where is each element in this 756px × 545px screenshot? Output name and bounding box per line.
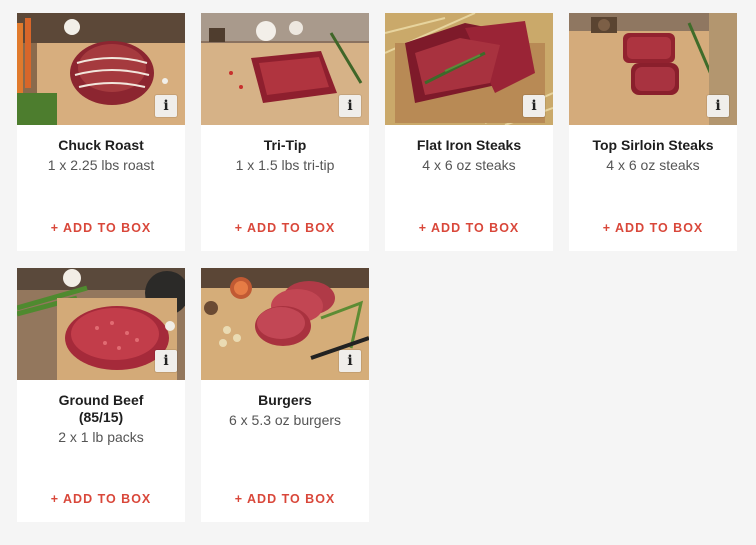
- product-detail: 1 x 2.25 lbs roast: [47, 157, 155, 173]
- product-detail: 2 x 1 lb packs: [58, 429, 144, 445]
- info-icon[interactable]: i: [339, 95, 361, 117]
- add-to-box-button[interactable]: + ADD TO BOX: [385, 221, 553, 235]
- add-to-box-button[interactable]: + ADD TO BOX: [201, 492, 369, 506]
- info-icon[interactable]: i: [523, 95, 545, 117]
- flat-iron-steaks-photo[interactable]: i: [385, 13, 553, 125]
- product-card: i Tri-Tip 1 x 1.5 lbs tri-tip + ADD TO B…: [201, 13, 369, 251]
- product-card: i Flat Iron Steaks 4 x 6 oz steaks + ADD…: [385, 13, 553, 251]
- product-name: Ground Beef (85/15): [58, 392, 144, 425]
- tri-tip-photo[interactable]: i: [201, 13, 369, 125]
- add-to-box-button[interactable]: + ADD TO BOX: [569, 221, 737, 235]
- info-icon[interactable]: i: [155, 350, 177, 372]
- product-card: i Ground Beef (85/15) 2 x 1 lb packs + A…: [17, 268, 185, 522]
- product-name: Tri-Tip: [263, 137, 307, 153]
- burgers-photo[interactable]: i: [201, 268, 369, 380]
- product-name: Burgers: [258, 392, 312, 408]
- add-to-box-button[interactable]: + ADD TO BOX: [17, 492, 185, 506]
- product-name: Chuck Roast: [58, 137, 144, 153]
- info-icon[interactable]: i: [155, 95, 177, 117]
- top-sirloin-steaks-photo[interactable]: i: [569, 13, 737, 125]
- product-detail: 1 x 1.5 lbs tri-tip: [235, 157, 335, 173]
- add-to-box-button[interactable]: + ADD TO BOX: [17, 221, 185, 235]
- product-card: i Chuck Roast 1 x 2.25 lbs roast + ADD T…: [17, 13, 185, 251]
- add-to-box-button[interactable]: + ADD TO BOX: [201, 221, 369, 235]
- product-detail: 4 x 6 oz steaks: [606, 157, 700, 173]
- product-name: Flat Iron Steaks: [416, 137, 522, 153]
- chuck-roast-photo[interactable]: i: [17, 13, 185, 125]
- ground-beef-photo[interactable]: i: [17, 268, 185, 380]
- product-detail: 4 x 6 oz steaks: [422, 157, 516, 173]
- info-icon[interactable]: i: [707, 95, 729, 117]
- product-name: Top Sirloin Steaks: [592, 137, 714, 153]
- product-card: i Top Sirloin Steaks 4 x 6 oz steaks + A…: [569, 13, 737, 251]
- product-card: i Burgers 6 x 5.3 oz burgers + ADD TO BO…: [201, 268, 369, 522]
- product-detail: 6 x 5.3 oz burgers: [228, 412, 342, 428]
- info-icon[interactable]: i: [339, 350, 361, 372]
